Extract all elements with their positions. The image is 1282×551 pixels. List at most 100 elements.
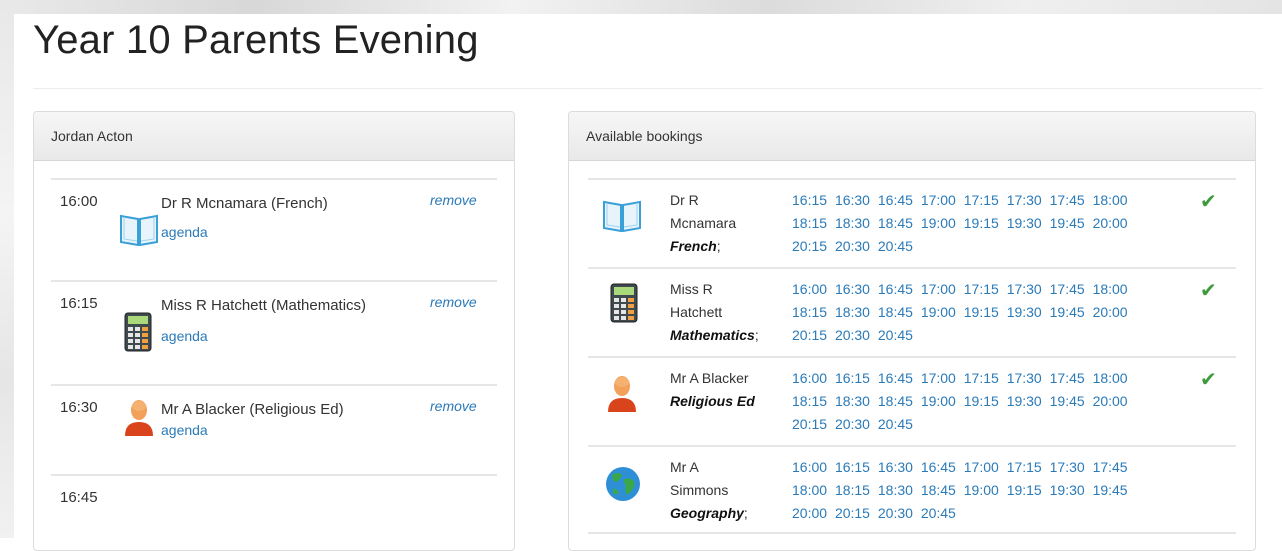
- time-slot-link[interactable]: 17:45: [1050, 370, 1085, 386]
- time-slot-link[interactable]: 16:45: [878, 192, 913, 208]
- teacher-name-line: Simmons: [670, 482, 729, 498]
- time-slot-link[interactable]: 16:30: [835, 281, 870, 297]
- time-slot-link[interactable]: 18:30: [835, 304, 870, 320]
- time-slot-link[interactable]: 17:30: [1007, 192, 1042, 208]
- booking-teacher: Mr A Simmons Geography;: [670, 456, 780, 525]
- time-slot-link[interactable]: 19:15: [964, 304, 999, 320]
- student-name-heading: Jordan Acton: [34, 112, 514, 161]
- time-slot-link[interactable]: 17:30: [1050, 459, 1085, 475]
- time-slot-link[interactable]: 19:00: [921, 393, 956, 409]
- time-slot-link[interactable]: 16:15: [792, 192, 827, 208]
- time-slot-link[interactable]: 18:30: [878, 482, 913, 498]
- time-slot-link[interactable]: 18:45: [921, 482, 956, 498]
- time-slot-link[interactable]: 16:45: [878, 281, 913, 297]
- remove-link[interactable]: remove: [430, 192, 477, 208]
- time-slot-link[interactable]: 18:45: [878, 304, 913, 320]
- time-slot-link[interactable]: 17:15: [964, 281, 999, 297]
- time-slot-link[interactable]: 17:00: [921, 370, 956, 386]
- time-slot-link[interactable]: 17:15: [964, 370, 999, 386]
- time-slot-link[interactable]: 17:30: [1007, 281, 1042, 297]
- time-slot-link[interactable]: 16:00: [792, 281, 827, 297]
- time-slot-link[interactable]: 17:45: [1050, 281, 1085, 297]
- time-slot-link[interactable]: 17:45: [1050, 192, 1085, 208]
- schedule-row: 16:15 Miss R Hatchett (Mathematics) agen…: [51, 280, 497, 384]
- time-slot-link[interactable]: 18:15: [792, 393, 827, 409]
- time-slot-link[interactable]: 20:45: [878, 327, 913, 343]
- time-slot-link[interactable]: 16:00: [792, 459, 827, 475]
- time-slot-link[interactable]: 19:45: [1093, 482, 1128, 498]
- time-slot-link[interactable]: 16:15: [835, 459, 870, 475]
- time-slot-link[interactable]: 18:00: [1093, 192, 1128, 208]
- time-slot-link[interactable]: 19:30: [1050, 482, 1085, 498]
- time-slot-link[interactable]: 19:15: [964, 393, 999, 409]
- time-slot-link[interactable]: 17:45: [1093, 459, 1128, 475]
- slot-links: 16:00 16:15 16:45 17:00 17:15 17:30 17:4…: [792, 367, 1164, 436]
- time-slot-link[interactable]: 20:00: [792, 505, 827, 521]
- time-slot-link[interactable]: 19:15: [1007, 482, 1042, 498]
- time-slot-link[interactable]: 20:15: [792, 416, 827, 432]
- time-slot-link[interactable]: 20:15: [792, 327, 827, 343]
- time-slot-link[interactable]: 20:45: [921, 505, 956, 521]
- time-slot-link[interactable]: 16:45: [921, 459, 956, 475]
- time-slot-link[interactable]: 18:30: [835, 215, 870, 231]
- remove-link[interactable]: remove: [430, 398, 477, 414]
- agenda-link[interactable]: agenda: [161, 328, 208, 344]
- time-slot-link[interactable]: 20:00: [1093, 304, 1128, 320]
- time-slot-link[interactable]: 19:00: [921, 304, 956, 320]
- time-slot-link[interactable]: 19:00: [921, 215, 956, 231]
- time-slot-link[interactable]: 18:15: [792, 215, 827, 231]
- subject-label: Mathematics: [670, 327, 755, 343]
- booking-row: Dr R Mcnamara French; 16:15 16:30 16:45 …: [588, 178, 1236, 267]
- time-slot-link[interactable]: 16:15: [835, 370, 870, 386]
- time-slot-link[interactable]: 16:30: [835, 192, 870, 208]
- time-slot-link[interactable]: 20:45: [878, 238, 913, 254]
- time-slot-link[interactable]: 18:45: [878, 393, 913, 409]
- time-slot-link[interactable]: 20:15: [835, 505, 870, 521]
- teacher-name: Mr A Blacker (Religious Ed): [161, 401, 344, 418]
- time-slot-link[interactable]: 20:45: [878, 416, 913, 432]
- time-slot-link[interactable]: 18:15: [835, 482, 870, 498]
- time-slot-link[interactable]: 20:15: [792, 238, 827, 254]
- subject-label: French: [670, 238, 717, 254]
- time-slot-link[interactable]: 16:45: [878, 370, 913, 386]
- time-slot-link[interactable]: 18:00: [1093, 370, 1128, 386]
- time-slot-link[interactable]: 19:30: [1007, 304, 1042, 320]
- time-slot-link[interactable]: 20:00: [1093, 215, 1128, 231]
- booking-teacher: Miss R Hatchett Mathematics;: [670, 278, 780, 347]
- booking-row: Miss R Hatchett Mathematics; 16:00 16:30…: [588, 267, 1236, 356]
- time-slot-link[interactable]: 17:00: [921, 281, 956, 297]
- time-slot-link[interactable]: 18:15: [792, 304, 827, 320]
- booking-teacher: Dr R Mcnamara French;: [670, 189, 780, 258]
- time-slot-link[interactable]: 17:00: [964, 459, 999, 475]
- time-slot-link[interactable]: 16:00: [792, 370, 827, 386]
- slot-time: 16:00: [60, 193, 98, 210]
- time-slot-link[interactable]: 18:30: [835, 393, 870, 409]
- time-slot-link[interactable]: 19:30: [1007, 215, 1042, 231]
- time-slot-link[interactable]: 20:30: [878, 505, 913, 521]
- time-slot-link[interactable]: 20:30: [835, 327, 870, 343]
- time-slot-link[interactable]: 18:00: [792, 482, 827, 498]
- bookings-list: Dr R Mcnamara French; 16:15 16:30 16:45 …: [588, 178, 1236, 534]
- remove-link[interactable]: remove: [430, 294, 477, 310]
- time-slot-link[interactable]: 18:45: [878, 215, 913, 231]
- time-slot-link[interactable]: 19:00: [964, 482, 999, 498]
- time-slot-link[interactable]: 18:00: [1093, 281, 1128, 297]
- time-slot-link[interactable]: 17:15: [1007, 459, 1042, 475]
- time-slot-link[interactable]: 19:15: [964, 215, 999, 231]
- agenda-link[interactable]: agenda: [161, 224, 208, 240]
- time-slot-link[interactable]: 17:00: [921, 192, 956, 208]
- time-slot-link[interactable]: 20:30: [835, 416, 870, 432]
- time-slot-link[interactable]: 20:00: [1093, 393, 1128, 409]
- time-slot-link[interactable]: 19:45: [1050, 393, 1085, 409]
- time-slot-link[interactable]: 20:30: [835, 238, 870, 254]
- teacher-name-line: Mcnamara: [670, 215, 737, 231]
- time-slot-link[interactable]: 17:15: [964, 192, 999, 208]
- time-slot-link[interactable]: 19:45: [1050, 215, 1085, 231]
- time-slot-link[interactable]: 19:30: [1007, 393, 1042, 409]
- time-slot-link[interactable]: 19:45: [1050, 304, 1085, 320]
- time-slot-link[interactable]: 16:30: [878, 459, 913, 475]
- schedule-list: 16:00 Dr R Mcnamara (French) agenda remo…: [51, 178, 497, 534]
- time-slot-link[interactable]: 17:30: [1007, 370, 1042, 386]
- top-background-strip: [0, 0, 1282, 14]
- agenda-link[interactable]: agenda: [161, 422, 208, 438]
